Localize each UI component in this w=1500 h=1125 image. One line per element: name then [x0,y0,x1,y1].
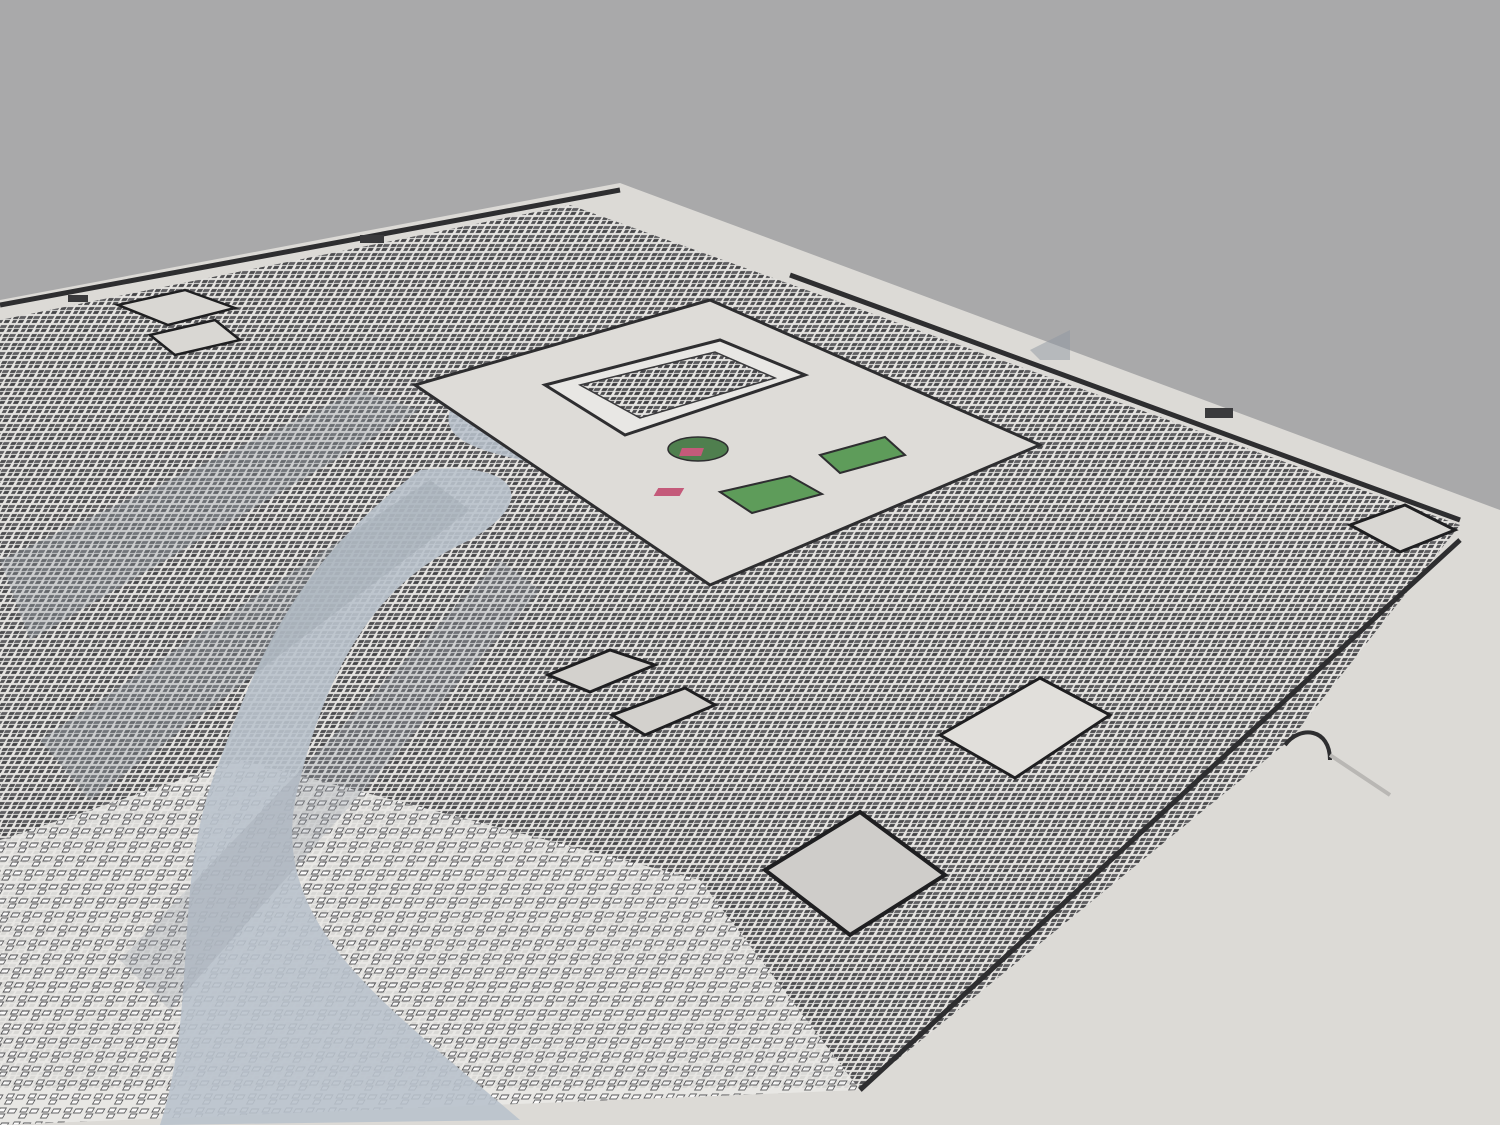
gate-north-2 [68,295,88,302]
temple-south-hall [653,488,685,496]
city-model-render [0,183,1500,1125]
gate-east [1205,408,1233,418]
temple-east-hall [679,448,704,456]
gate-north-1 [360,235,384,243]
